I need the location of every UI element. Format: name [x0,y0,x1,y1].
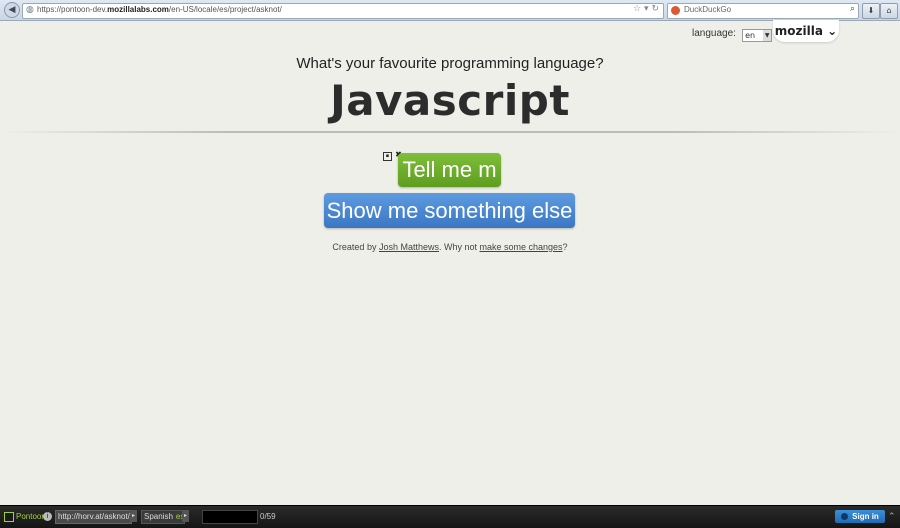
progress-bar [202,510,258,524]
address-bar[interactable]: ◍ https://pontoon-dev.mozillalabs.com/en… [22,3,664,19]
language-label: language: [692,28,736,39]
question-heading: What's your favourite programming langua… [296,55,604,72]
pontoon-name: Pontoon [16,512,46,521]
user-icon [841,513,849,520]
answer-heading: Javascript [330,76,570,125]
browser-toolbar: ◀ ◍ https://pontoon-dev.mozillalabs.com/… [0,0,900,21]
address-url: https://pontoon-dev.mozillalabs.com/en-U… [37,5,282,14]
project-url-input[interactable]: http://horv.at/asknot/ [55,510,132,524]
home-button[interactable]: ⌂ [880,3,898,19]
edit-tools: ▪✖ [383,142,405,161]
search-icon[interactable]: ⌕ [850,4,855,14]
globe-icon: ◍ [26,5,34,15]
pontoon-logo-icon [4,512,14,522]
search-bar[interactable]: DuckDuckGo ⌕ [667,3,859,19]
author-link[interactable]: Josh Matthews [379,242,439,252]
language-select[interactable]: en ▼ [742,29,773,42]
url-go-button[interactable]: ▸ [130,510,137,522]
divider [0,131,900,133]
mozilla-tab[interactable]: mozilla ⌄ [773,20,839,42]
tell-me-more-button[interactable]: Tell me m [398,153,501,187]
info-icon[interactable]: i [43,512,52,521]
progress-count: 0/59 [260,512,276,521]
search-engine-name: DuckDuckGo [684,5,732,14]
make-changes-link[interactable]: make some changes [480,242,563,252]
home-icon: ⌂ [886,6,892,15]
download-icon: ⬇ [867,6,875,15]
chevron-down-icon: ▼ [763,30,772,41]
sign-in-button[interactable]: Sign in [835,510,885,523]
pontoon-toolbar: Pontoon i http://horv.at/asknot/ ▸ Spani… [0,505,900,528]
show-something-else-button[interactable]: Show me something else [324,193,575,228]
back-icon: ◀ [8,5,16,15]
chevron-up-icon[interactable]: ⌃ [888,511,896,522]
dropdown-icon[interactable]: ▾ [644,4,649,14]
credit-line: Created by Josh Matthews. Why not make s… [332,242,568,252]
star-icon[interactable]: ☆ [633,4,641,14]
save-icon[interactable]: ▪ [383,152,392,161]
back-button[interactable]: ◀ [4,2,20,18]
download-button[interactable]: ⬇ [862,3,880,19]
chevron-down-icon: ⌄ [822,24,838,38]
language-selector: language: en ▼ [692,28,773,42]
locale-go-button[interactable]: ▸ [182,510,189,522]
duckduckgo-icon [671,6,680,15]
locale-selector[interactable]: Spanish es [141,510,185,524]
reload-icon[interactable]: ↻ [651,4,659,14]
